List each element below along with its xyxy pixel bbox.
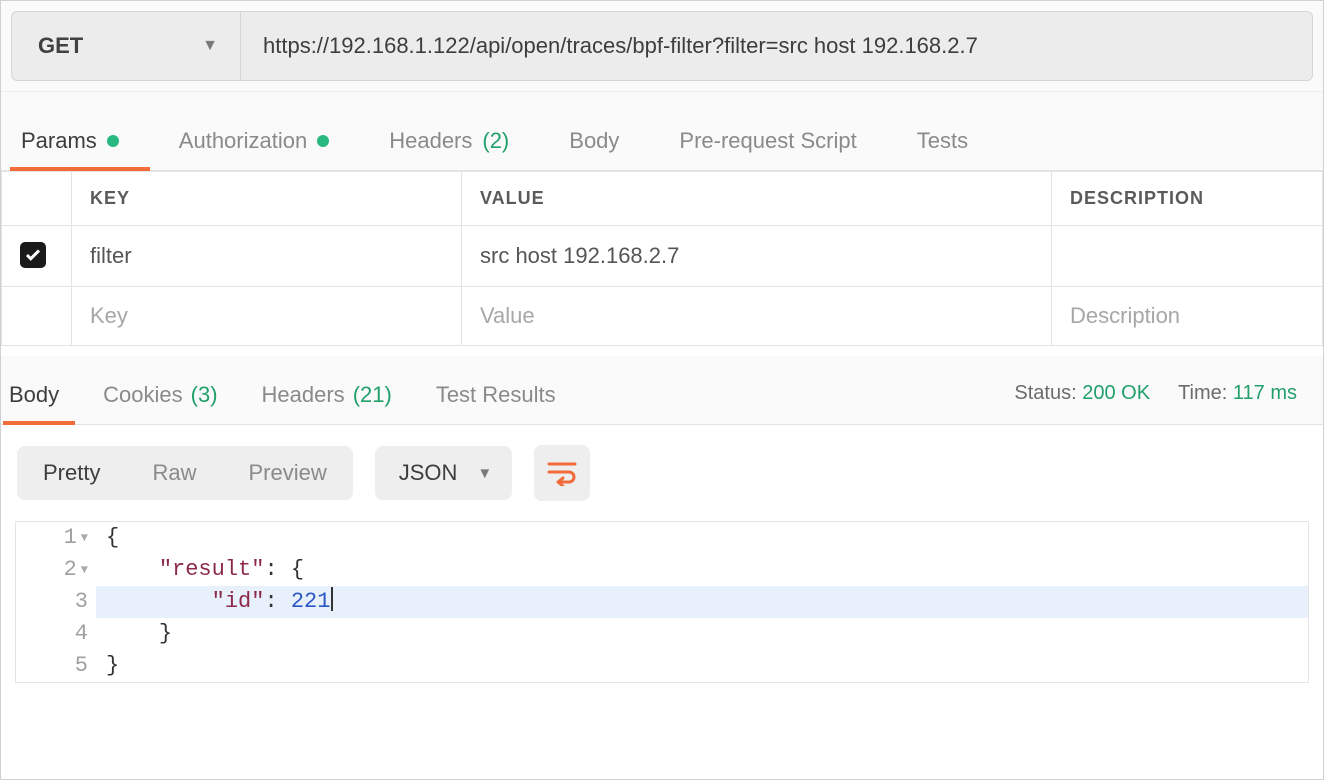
format-selector[interactable]: JSON ▼ <box>375 446 513 500</box>
tab-authorization-label: Authorization <box>179 128 307 154</box>
checkbox-column-header <box>2 172 72 226</box>
url-text: https://192.168.1.122/api/open/traces/bp… <box>263 33 978 59</box>
param-value-text: src host 192.168.2.7 <box>480 243 679 268</box>
response-body-viewer[interactable]: 1▼{2▼ "result": {3 "id": 2214 }5} <box>15 521 1309 683</box>
tab-test-results[interactable]: Test Results <box>436 374 574 424</box>
tab-body[interactable]: Body <box>569 120 649 170</box>
line-number-gutter: 2▼ <box>16 554 96 586</box>
tab-response-body[interactable]: Body <box>9 374 77 424</box>
tab-authorization[interactable]: Authorization <box>179 120 359 170</box>
code-line: 2▼ "result": { <box>16 554 1308 586</box>
tab-response-cookies[interactable]: Cookies (3) <box>103 374 235 424</box>
param-value-input[interactable]: Value <box>462 287 1052 346</box>
tab-test-results-label: Test Results <box>436 382 556 408</box>
view-mode-raw-label: Raw <box>152 460 196 485</box>
code-content: } <box>96 618 1308 650</box>
code-content: "result": { <box>96 554 1308 586</box>
row-enabled-checkbox[interactable] <box>20 242 46 268</box>
tab-response-cookies-label: Cookies <box>103 382 182 408</box>
tab-response-headers-count: (21) <box>353 382 392 408</box>
tab-response-body-label: Body <box>9 382 59 408</box>
chevron-down-icon: ▼ <box>477 465 492 482</box>
code-line: 1▼{ <box>16 522 1308 554</box>
tab-params-label: Params <box>21 128 97 154</box>
wrap-lines-button[interactable] <box>534 445 590 501</box>
status-label: Status: <box>1014 382 1076 404</box>
line-number-gutter: 3 <box>16 586 96 618</box>
view-mode-pretty[interactable]: Pretty <box>17 446 126 500</box>
viewer-controls: Pretty Raw Preview JSON ▼ <box>1 425 1323 521</box>
param-desc-placeholder: Description <box>1070 303 1180 328</box>
param-value-cell[interactable]: src host 192.168.2.7 <box>462 226 1052 287</box>
http-method-label: GET <box>38 33 83 59</box>
key-column-header: Key <box>72 172 462 226</box>
tab-body-label: Body <box>569 128 619 154</box>
response-tabs: Body Cookies (3) Headers (21) Test Resul… <box>1 356 1323 425</box>
status-value: 200 OK <box>1082 382 1150 404</box>
tab-tests[interactable]: Tests <box>917 120 998 170</box>
view-mode-preview-label: Preview <box>248 460 326 485</box>
status-display: Status: 200 OK <box>1014 382 1150 405</box>
param-value-placeholder: Value <box>480 303 535 328</box>
time-label: Time: <box>1178 382 1227 404</box>
tab-pre-request-label: Pre-request Script <box>679 128 856 154</box>
view-mode-pretty-label: Pretty <box>43 460 100 485</box>
text-cursor <box>331 587 333 611</box>
tab-tests-label: Tests <box>917 128 968 154</box>
value-column-header: Value <box>462 172 1052 226</box>
tab-params[interactable]: Params <box>21 120 149 170</box>
param-desc-cell[interactable] <box>1052 226 1323 287</box>
view-mode-group: Pretty Raw Preview <box>17 446 353 500</box>
tab-response-cookies-count: (3) <box>191 382 218 408</box>
code-line: 3 "id": 221 <box>16 586 1308 618</box>
description-column-header: Description <box>1052 172 1323 226</box>
time-display: Time: 117 ms <box>1178 382 1297 405</box>
active-dot-icon <box>107 135 119 147</box>
code-line: 4 } <box>16 618 1308 650</box>
fold-caret-icon[interactable]: ▼ <box>81 522 88 554</box>
line-number-gutter: 4 <box>16 618 96 650</box>
param-key-input[interactable]: Key <box>72 287 462 346</box>
format-label: JSON <box>399 460 458 486</box>
wrap-icon <box>547 460 577 486</box>
table-row-empty: Key Value Description <box>2 287 1323 346</box>
code-content: } <box>96 650 1308 682</box>
code-content: { <box>96 522 1308 554</box>
tab-headers[interactable]: Headers (2) <box>389 120 539 170</box>
tab-pre-request-script[interactable]: Pre-request Script <box>679 120 886 170</box>
http-method-selector[interactable]: GET ▼ <box>11 11 241 81</box>
tab-response-headers[interactable]: Headers (21) <box>262 374 410 424</box>
tab-response-headers-label: Headers <box>262 382 345 408</box>
request-tabs: Params Authorization Headers (2) Body Pr… <box>1 92 1323 171</box>
param-key-placeholder: Key <box>90 303 128 328</box>
param-key-text: filter <box>90 243 132 268</box>
param-key-cell[interactable]: filter <box>72 226 462 287</box>
url-input[interactable]: https://192.168.1.122/api/open/traces/bp… <box>241 11 1313 81</box>
line-number-gutter: 1▼ <box>16 522 96 554</box>
param-desc-input[interactable]: Description <box>1052 287 1323 346</box>
time-value: 117 ms <box>1233 382 1297 404</box>
check-icon <box>24 246 42 264</box>
tab-headers-label: Headers <box>389 128 472 154</box>
tab-headers-count: (2) <box>482 128 509 154</box>
chevron-down-icon: ▼ <box>202 37 218 55</box>
fold-caret-icon[interactable]: ▼ <box>81 554 88 586</box>
code-content: "id": 221 <box>96 586 1308 618</box>
view-mode-preview[interactable]: Preview <box>222 446 352 500</box>
view-mode-raw[interactable]: Raw <box>126 446 222 500</box>
code-line: 5} <box>16 650 1308 682</box>
line-number-gutter: 5 <box>16 650 96 682</box>
params-table: Key Value Description filter src host 19… <box>1 171 1323 346</box>
active-dot-icon <box>317 135 329 147</box>
table-row: filter src host 192.168.2.7 <box>2 226 1323 287</box>
